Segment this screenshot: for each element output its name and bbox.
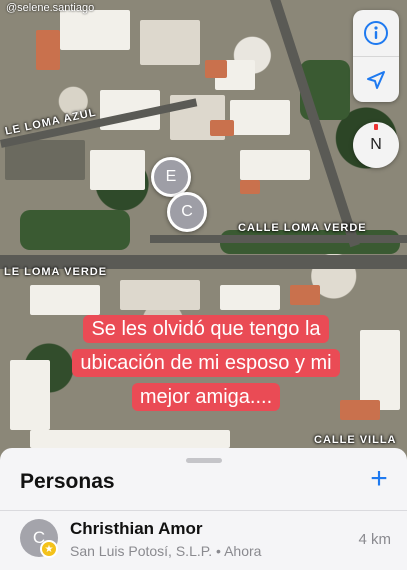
- map-building: [30, 430, 230, 448]
- map-building: [205, 60, 227, 78]
- compass-north-tick: [374, 124, 378, 130]
- map-building: [10, 360, 50, 430]
- current-location-button[interactable]: [353, 56, 399, 102]
- people-sheet: Personas + C ★ Christhian Amor San Luis …: [0, 448, 407, 570]
- map-building: [140, 20, 200, 65]
- sheet-grabber[interactable]: [186, 458, 222, 463]
- street-label: CALLE VILLA: [314, 434, 397, 446]
- compass-label: N: [370, 136, 382, 153]
- map-building: [90, 150, 145, 190]
- map-road: [150, 235, 407, 243]
- caption-overlay: Se les olvidó que tengo la ubicación de …: [52, 312, 360, 414]
- person-pin[interactable]: C: [167, 192, 207, 232]
- map-building: [240, 150, 310, 180]
- street-label: LE LOMA VERDE: [4, 266, 108, 278]
- compass-button[interactable]: N: [353, 122, 399, 168]
- map-view[interactable]: @selene.santiago LE LOMA AZUL CALLE LOMA…: [0, 0, 407, 460]
- person-location: San Luis Potosí, S.L.P. • Ahora: [70, 543, 262, 559]
- map-controls: [353, 10, 399, 102]
- map-building: [290, 285, 320, 305]
- person-name: Christhian Amor: [70, 519, 203, 538]
- pin-initial: C: [181, 203, 193, 220]
- pin-initial: E: [165, 168, 177, 185]
- location-arrow-icon: [367, 70, 385, 89]
- map-building: [240, 180, 260, 194]
- map-building: [210, 120, 234, 136]
- add-person-button[interactable]: +: [365, 464, 393, 494]
- map-building: [220, 285, 280, 310]
- person-row[interactable]: C ★ Christhian Amor San Luis Potosí, S.L…: [0, 511, 407, 570]
- street-label: CALLE LOMA VERDE: [238, 222, 367, 234]
- info-button[interactable]: [353, 10, 399, 56]
- map-building: [36, 30, 60, 70]
- map-building: [360, 330, 400, 410]
- person-pin[interactable]: E: [151, 157, 191, 197]
- person-distance: 4 km: [358, 531, 391, 548]
- star-icon: ★: [40, 540, 58, 558]
- sheet-title: Personas: [20, 470, 115, 493]
- map-building: [30, 285, 100, 315]
- watermark: @selene.santiago: [6, 2, 95, 14]
- map-tree-area: [20, 210, 130, 250]
- map-building: [230, 100, 290, 135]
- caption-text: Se les olvidó que tengo la ubicación de …: [72, 315, 340, 411]
- info-icon: [364, 21, 388, 45]
- map-building: [60, 10, 130, 50]
- map-building: [5, 140, 85, 180]
- map-building: [120, 280, 200, 310]
